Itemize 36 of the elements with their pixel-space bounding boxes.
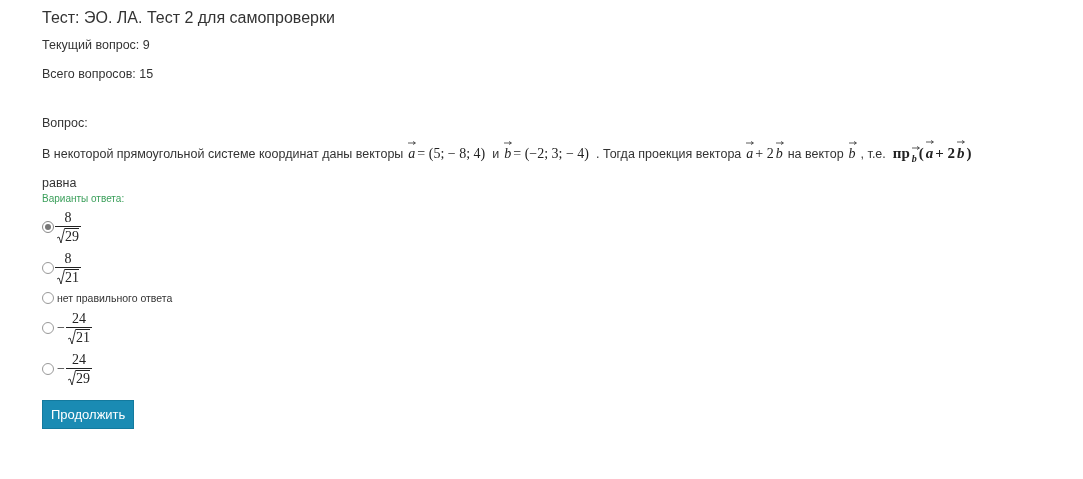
radio-button[interactable] [42,262,54,274]
total-questions-label: Всего вопросов: 15 [42,67,155,82]
question-text: , т.е. [860,146,886,163]
question-text: на вектор [787,146,844,163]
vector-arrow-icon [957,140,966,144]
radio-button[interactable] [42,322,54,334]
square-root-icon [57,269,65,285]
square-root-icon [67,329,76,345]
math-formula: b= (−2; 3; − 4) [504,144,592,164]
radio-button[interactable] [42,221,54,233]
question-text: и [492,146,500,163]
vector-arrow-icon [775,141,784,145]
vector-arrow-icon [911,146,920,150]
fraction-formula: 8 29 [57,210,79,244]
continue-button[interactable]: Продолжить [42,400,135,429]
question-text: В некоторой прямоугольной системе координат даны векторы [42,146,404,163]
math-formula: a+ 2 b [746,144,783,164]
square-root-icon [67,370,76,386]
fraction-formula: 8 21 [57,251,79,285]
question-text: равна [42,175,77,192]
vector-arrow-icon [746,141,755,145]
math-formula: b [848,144,856,164]
current-question-label: Текущий вопрос: 9 [42,38,151,53]
radio-button[interactable] [42,363,54,375]
square-root-icon [57,228,65,244]
answer-text: нет правильного ответа [57,292,173,304]
question-text: . Тогда проекция вектора [596,146,742,163]
question-label: Вопрос: [42,116,89,131]
test-title: Тест: ЭО. ЛА. Тест 2 для самопроверки [42,9,336,27]
answers-label: Варианты ответа: [42,193,126,204]
math-formula: a= (5; − 8; 4) [408,144,488,164]
radio-button[interactable] [42,292,54,304]
vector-arrow-icon [408,141,417,145]
vector-arrow-icon [925,140,934,144]
vector-arrow-icon [848,141,857,145]
vector-arrow-icon [504,141,513,145]
